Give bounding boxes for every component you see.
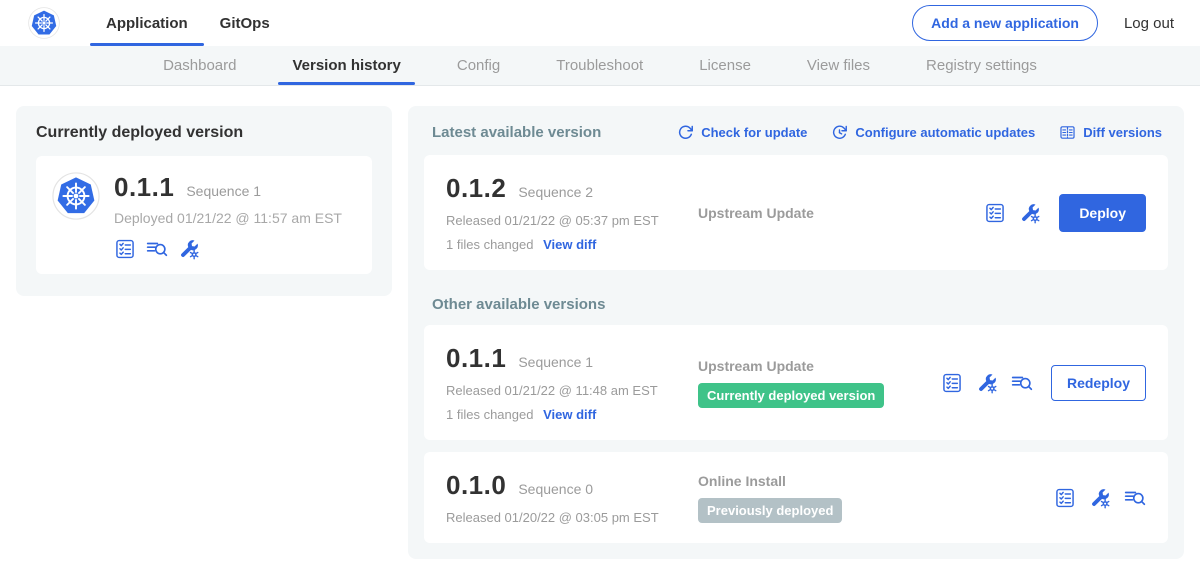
view-logs-icon[interactable]: [1011, 372, 1033, 394]
subnav-tab-dashboard[interactable]: Dashboard: [135, 46, 264, 85]
tab-gitops-label: GitOps: [220, 15, 270, 32]
kubernetes-logo-icon: [28, 7, 60, 39]
version-source-label: Online Install: [698, 473, 1054, 489]
version-card-0-1-1: 0.1.1 Sequence 1 Released 01/21/22 @ 11:…: [424, 325, 1168, 440]
files-changed-label: 1 files changed: [446, 237, 533, 252]
subnav-tab-license[interactable]: License: [671, 46, 779, 85]
version-card-latest: 0.1.2 Sequence 2 Released 01/21/22 @ 05:…: [424, 155, 1168, 270]
deployed-sequence-label: Sequence 1: [186, 183, 261, 199]
redeploy-button[interactable]: Redeploy: [1051, 365, 1146, 401]
preflight-checklist-icon[interactable]: [941, 372, 963, 394]
tab-application-label: Application: [106, 15, 188, 32]
deployed-timestamp: Deployed 01/21/22 @ 11:57 am EST: [114, 210, 342, 226]
check-for-update-link[interactable]: Check for update: [677, 124, 807, 141]
sequence-label: Sequence 1: [518, 354, 593, 370]
subnav-tab-config[interactable]: Config: [429, 46, 528, 85]
files-changed-label: 1 files changed: [446, 407, 533, 422]
version-actions: Check for update Configure automatic upd…: [677, 124, 1162, 141]
other-versions-title: Other available versions: [432, 296, 1160, 313]
view-diff-link[interactable]: View diff: [543, 407, 596, 422]
currently-deployed-panel: Currently deployed version 0.1.1 Sequenc…: [16, 106, 392, 296]
view-diff-link[interactable]: View diff: [543, 237, 596, 252]
auto-update-icon: [831, 124, 848, 141]
deployed-panel-title: Currently deployed version: [36, 124, 372, 142]
logout-button[interactable]: Log out: [1124, 15, 1174, 32]
app-kubernetes-logo-icon: [52, 172, 100, 220]
currently-deployed-badge: Currently deployed version: [698, 383, 884, 408]
version-number: 0.1.1: [446, 343, 506, 374]
latest-version-header: Latest available version Check for updat…: [424, 122, 1168, 141]
header-tabs: Application GitOps: [90, 0, 286, 46]
subnav-tab-registry-settings[interactable]: Registry settings: [898, 46, 1065, 85]
subnav-tab-troubleshoot[interactable]: Troubleshoot: [528, 46, 671, 85]
version-card-0-1-0: 0.1.0 Sequence 0 Released 01/20/22 @ 03:…: [424, 452, 1168, 543]
version-number: 0.1.2: [446, 173, 506, 204]
deployed-version-card: 0.1.1 Sequence 1 Deployed 01/21/22 @ 11:…: [36, 156, 372, 274]
app-header: Application GitOps Add a new application…: [0, 0, 1200, 46]
previously-deployed-badge: Previously deployed: [698, 498, 842, 523]
preflight-checklist-icon[interactable]: [114, 238, 136, 260]
subnav-tab-version-history[interactable]: Version history: [264, 46, 428, 85]
latest-version-title: Latest available version: [432, 124, 601, 141]
view-logs-icon[interactable]: [1124, 487, 1146, 509]
deploy-button[interactable]: Deploy: [1059, 194, 1146, 232]
released-timestamp: Released 01/21/22 @ 11:48 am EST: [446, 383, 698, 398]
version-number: 0.1.0: [446, 470, 506, 501]
preflight-checklist-icon[interactable]: [1054, 487, 1076, 509]
add-new-application-button[interactable]: Add a new application: [912, 5, 1098, 41]
diff-icon: [1059, 124, 1076, 141]
version-history-panel: Latest available version Check for updat…: [408, 106, 1184, 559]
released-timestamp: Released 01/20/22 @ 03:05 pm EST: [446, 510, 698, 525]
tab-application[interactable]: Application: [90, 0, 204, 46]
view-logs-icon[interactable]: [146, 238, 168, 260]
tab-gitops[interactable]: GitOps: [204, 0, 286, 46]
config-wrench-icon[interactable]: [976, 372, 998, 394]
sequence-label: Sequence 2: [518, 184, 593, 200]
diff-versions-link[interactable]: Diff versions: [1059, 124, 1162, 141]
refresh-icon: [677, 124, 694, 141]
version-source-label: Upstream Update: [698, 358, 941, 374]
config-wrench-icon[interactable]: [1019, 202, 1041, 224]
config-wrench-icon[interactable]: [178, 238, 200, 260]
sequence-label: Sequence 0: [518, 481, 593, 497]
deployed-version-number: 0.1.1: [114, 172, 174, 203]
config-wrench-icon[interactable]: [1089, 487, 1111, 509]
subnav-tab-view-files[interactable]: View files: [779, 46, 898, 85]
version-source-label: Upstream Update: [698, 205, 984, 221]
main-content: Currently deployed version 0.1.1 Sequenc…: [0, 86, 1200, 579]
preflight-checklist-icon[interactable]: [984, 202, 1006, 224]
released-timestamp: Released 01/21/22 @ 05:37 pm EST: [446, 213, 698, 228]
configure-automatic-updates-link[interactable]: Configure automatic updates: [831, 124, 1035, 141]
deployed-version-info: 0.1.1 Sequence 1 Deployed 01/21/22 @ 11:…: [114, 172, 342, 260]
header-right: Add a new application Log out: [912, 5, 1174, 41]
deployed-actions: [114, 238, 342, 260]
app-subnav: Dashboard Version history Config Trouble…: [0, 46, 1200, 86]
